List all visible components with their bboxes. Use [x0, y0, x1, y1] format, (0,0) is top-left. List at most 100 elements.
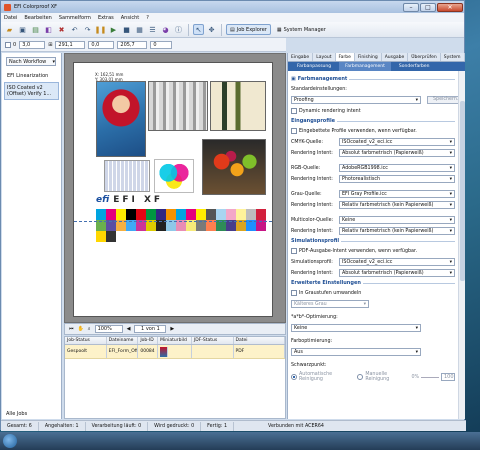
- properties-scrollbar[interactable]: [458, 71, 465, 419]
- subtab-sonderfarben[interactable]: Sonderfarben: [393, 62, 436, 71]
- tab-ueberpruefen[interactable]: Überprüfen: [408, 53, 441, 61]
- menu-datei[interactable]: Datei: [4, 15, 17, 21]
- info-icon[interactable]: ⓘ: [173, 24, 184, 35]
- gray-source-select[interactable]: EFI Gray Profile.icc ▾: [339, 190, 455, 198]
- status-bar: Gesamt: 6 Angehalten: 1 Verarbeitung läu…: [1, 420, 466, 431]
- multicolor-source-select[interactable]: Keine ▾: [339, 216, 455, 224]
- manual-clean-radio[interactable]: [357, 374, 364, 380]
- cmyk-source-select[interactable]: ISOcoated_v2_eci.icc ▾: [339, 138, 455, 146]
- zoom-field[interactable]: 100%: [94, 325, 123, 333]
- rotate-control[interactable]: 0: [5, 41, 16, 48]
- y-field[interactable]: 291,1: [55, 40, 86, 49]
- subtab-farbmanagement[interactable]: Farbmanagement: [339, 62, 391, 71]
- scrollbar-thumb[interactable]: [460, 101, 465, 281]
- tab-eingabe[interactable]: Eingabe: [288, 53, 314, 61]
- play-icon[interactable]: ▶: [108, 24, 119, 35]
- embedded-profiles-checkbox[interactable]: [291, 128, 297, 134]
- layout-icon[interactable]: ◧: [43, 24, 54, 35]
- job-explorer-button[interactable]: ▤ Job Explorer: [226, 24, 271, 35]
- redo-icon[interactable]: ↷: [82, 24, 93, 35]
- all-jobs-link[interactable]: Alle Jobs: [6, 411, 27, 417]
- hand-icon[interactable]: ✋: [78, 326, 84, 332]
- gray-intent-select[interactable]: Relativ farbmetrisch (kein Papierweiß) ▾: [339, 201, 455, 209]
- blackpoint-slider[interactable]: [421, 376, 439, 378]
- workflow-item[interactable]: EFI Linearization: [4, 70, 59, 82]
- rgb-intent-select[interactable]: Photorealistisch ▾: [339, 175, 455, 183]
- subtab-farbanpassung[interactable]: Farbanpassung: [291, 62, 337, 71]
- close-button[interactable]: ✕: [437, 2, 463, 12]
- gray-tone-select[interactable]: Kälteres Grau ▾: [291, 300, 369, 308]
- menu-sammelform[interactable]: Sammelform: [59, 15, 91, 21]
- save-preset-button[interactable]: Speichern...: [427, 96, 458, 104]
- hold-icon[interactable]: ❚❚: [95, 24, 107, 35]
- dynamic-rendering-checkbox[interactable]: [291, 108, 297, 114]
- tab-layout[interactable]: Layout: [313, 53, 336, 61]
- preview-canvas[interactable]: X: 162,51 mm Y: 303,01 mm efi EFI XF: [64, 53, 286, 323]
- list-icon[interactable]: ☰: [147, 24, 158, 35]
- grayscale-checkbox[interactable]: [291, 290, 297, 296]
- prev-page-icon[interactable]: ◀: [127, 326, 131, 332]
- multicolor-intent-select[interactable]: Relativ farbmetrisch (kein Papierweiß) ▾: [339, 227, 455, 235]
- tab-farbe[interactable]: Farbe: [335, 53, 355, 61]
- job-explorer-label: Job Explorer: [236, 26, 267, 33]
- w-field[interactable]: 0,0: [88, 40, 115, 49]
- intent-label: Rendering Intent:: [291, 228, 333, 234]
- chevron-down-icon: ▾: [449, 270, 452, 276]
- tab-ausgabe[interactable]: Ausgabe: [382, 53, 409, 61]
- blackpoint-value[interactable]: 100: [441, 373, 455, 381]
- column-header[interactable]: Job-Status: [65, 337, 107, 344]
- lock-icon[interactable]: ⊞: [48, 42, 52, 48]
- lab-opt-row: Keine ▾: [291, 324, 455, 332]
- color-icon[interactable]: ◕: [160, 24, 171, 35]
- system-manager-button[interactable]: ▦ System Manager: [273, 24, 330, 35]
- collapse-icon[interactable]: ▣: [291, 76, 296, 82]
- menu-bearbeiten[interactable]: Bearbeiten: [24, 15, 51, 21]
- delete-icon[interactable]: ✖: [56, 24, 67, 35]
- embedded-profiles-row: Eingebettete Profile verwenden, wenn ver…: [291, 127, 455, 135]
- simulation-intent-select[interactable]: Absolut farbmetrisch (Papierweiß) ▾: [339, 269, 455, 277]
- column-header[interactable]: Job-ID: [138, 337, 159, 344]
- tab-finishing[interactable]: Finishing: [355, 53, 382, 61]
- first-page-icon[interactable]: ⏮: [69, 326, 74, 332]
- menu-help[interactable]: ?: [146, 15, 149, 21]
- move-icon[interactable]: ✥: [206, 24, 217, 35]
- pointer-icon[interactable]: ↖: [193, 24, 204, 35]
- status-printing: Wird gedruckt: 0: [148, 421, 202, 431]
- lab-opt-select[interactable]: Keine ▾: [291, 324, 421, 332]
- save-icon[interactable]: ▣: [17, 24, 28, 35]
- menu-ansicht[interactable]: Ansicht: [121, 15, 139, 21]
- preset-select[interactable]: Proofing ▾: [291, 96, 421, 104]
- color-swatch: [96, 231, 106, 242]
- workflow-item[interactable]: ISO Coated v2 (Offset) Verify 1...: [4, 82, 59, 100]
- job-file-type: PDF: [234, 345, 286, 358]
- column-header[interactable]: JDF-Status: [192, 337, 234, 344]
- stop-icon[interactable]: ■: [121, 24, 132, 35]
- minimize-button[interactable]: –: [403, 2, 419, 12]
- tab-system[interactable]: System: [441, 53, 465, 61]
- h-field[interactable]: 205,7: [117, 40, 148, 49]
- maximize-button[interactable]: □: [420, 2, 436, 12]
- grid-icon[interactable]: ▦: [134, 24, 145, 35]
- x-field[interactable]: 3,0: [19, 40, 46, 49]
- page-preview: X: 162,51 mm Y: 303,01 mm efi EFI XF: [73, 62, 273, 317]
- rgb-source-select[interactable]: AdobeRGB1998.icc ▾: [339, 164, 455, 172]
- menu-extras[interactable]: Extras: [98, 15, 114, 21]
- open-folder-icon[interactable]: ▰: [4, 24, 15, 35]
- zoom-icon[interactable]: ⌕: [88, 326, 91, 332]
- angle-field[interactable]: 0: [150, 40, 173, 49]
- color-opt-select[interactable]: Aus ▾: [291, 348, 421, 356]
- page-field[interactable]: 1 von 1: [134, 325, 167, 333]
- column-header[interactable]: Miniaturbild: [158, 337, 192, 344]
- auto-clean-radio[interactable]: [291, 374, 297, 380]
- print-icon[interactable]: ▤: [30, 24, 41, 35]
- column-header[interactable]: Datei: [234, 337, 286, 344]
- pdf-intent-checkbox[interactable]: [291, 248, 297, 254]
- table-row[interactable]: Gespoolt EFI_Form_Offset... 00084 PDF: [65, 345, 286, 359]
- cmyk-intent-select[interactable]: Absolut farbmetrisch (Papierweiß) ▾: [339, 149, 455, 157]
- workflow-select[interactable]: Nach Workflow ▾: [6, 57, 56, 66]
- next-page-icon[interactable]: ▶: [170, 326, 174, 332]
- column-header[interactable]: Dateiname: [107, 337, 139, 344]
- start-button[interactable]: [3, 434, 17, 448]
- undo-icon[interactable]: ↶: [69, 24, 80, 35]
- simulation-profile-select[interactable]: ISOcoated_v2_eci.icc ▾: [339, 258, 455, 266]
